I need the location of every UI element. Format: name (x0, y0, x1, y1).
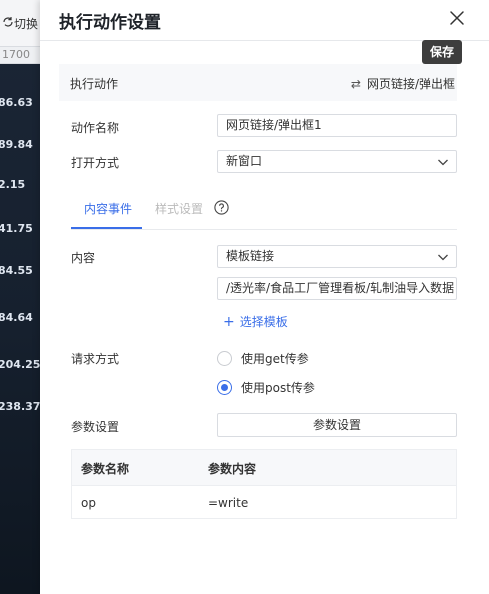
dashboard-value: 86.63 (0, 96, 33, 109)
dashboard-value: 84.55 (0, 264, 33, 277)
panel-title: 执行动作设置 (59, 13, 161, 33)
template-path-input[interactable]: /透光率/食品工厂管理看板/轧制油导入数据 (217, 277, 457, 300)
content-label: 内容 (71, 251, 96, 265)
action-settings-panel: 执行动作设置 执行动作 ⇄ 网页链接/弹出框 保存 动作名称 网页链接/弹出框1 … (40, 0, 489, 594)
action-type-switch[interactable]: ⇄ 网页链接/弹出框 (351, 75, 455, 92)
switch-button[interactable]: 切换 (0, 15, 40, 32)
open-mode-value: 新窗口 (226, 154, 263, 168)
action-name-label: 动作名称 (71, 121, 120, 135)
params-label: 参数设置 (71, 420, 120, 434)
tab-style-settings[interactable]: 样式设置 (155, 200, 203, 217)
action-type-value: 网页链接/弹出框 (366, 77, 455, 91)
action-type-label: 执行动作 (70, 77, 119, 91)
dashboard-value: 84.64 (0, 311, 33, 324)
param-table: 参数名称 参数内容 op =write (71, 449, 457, 519)
dashboard-value: 41.75 (0, 222, 33, 235)
open-mode-label: 打开方式 (71, 156, 120, 170)
plus-icon: + (223, 314, 235, 330)
chevron-down-icon (438, 159, 448, 166)
close-icon (450, 11, 464, 25)
radio-get-indicator[interactable] (217, 351, 232, 366)
open-mode-select[interactable]: 新窗口 (217, 150, 457, 173)
background-dashboard: 切换 1700 86.63 89.84 2.15 41.75 84.55 84.… (0, 0, 40, 594)
help-icon[interactable] (214, 200, 229, 215)
radio-get-label: 使用get传参 (241, 352, 309, 366)
radio-post-label: 使用post传参 (241, 381, 315, 395)
close-button[interactable] (448, 9, 466, 27)
tabs-divider (71, 229, 457, 230)
param-settings-button[interactable]: 参数设置 (217, 413, 457, 437)
ruler-value: 1700 (2, 48, 30, 61)
column-header-name: 参数名称 (81, 462, 130, 476)
switch-icon (2, 16, 14, 31)
column-header-value: 参数内容 (208, 462, 257, 476)
select-template-label: 选择模板 (239, 315, 288, 329)
chevron-down-icon (438, 254, 448, 261)
tab-content-events[interactable]: 内容事件 (84, 200, 132, 217)
param-name-cell: op (81, 496, 96, 510)
param-table-header: 参数名称 参数内容 (72, 450, 456, 485)
table-row[interactable]: op =write (72, 485, 456, 519)
save-tooltip[interactable]: 保存 (422, 40, 462, 64)
action-name-input[interactable]: 网页链接/弹出框1 (217, 114, 457, 137)
ruler: 1700 (0, 46, 40, 64)
request-method-label: 请求方式 (71, 352, 120, 366)
param-value-cell: =write (208, 496, 249, 510)
dashboard-value: 238.37 (0, 400, 40, 413)
dashboard-value: 89.84 (0, 138, 33, 151)
dashboard-value: 2.15 (0, 178, 26, 191)
select-template-link[interactable]: + 选择模板 (223, 313, 288, 330)
dashboard-value: 204.25 (0, 358, 40, 371)
content-type-select[interactable]: 模板链接 (217, 245, 457, 268)
switch-label: 切换 (14, 17, 39, 31)
radio-post-indicator[interactable] (217, 380, 232, 395)
action-type-row: 执行动作 ⇄ 网页链接/弹出框 (59, 64, 457, 101)
swap-arrows-icon: ⇄ (350, 77, 361, 91)
content-type-value: 模板链接 (226, 249, 275, 263)
